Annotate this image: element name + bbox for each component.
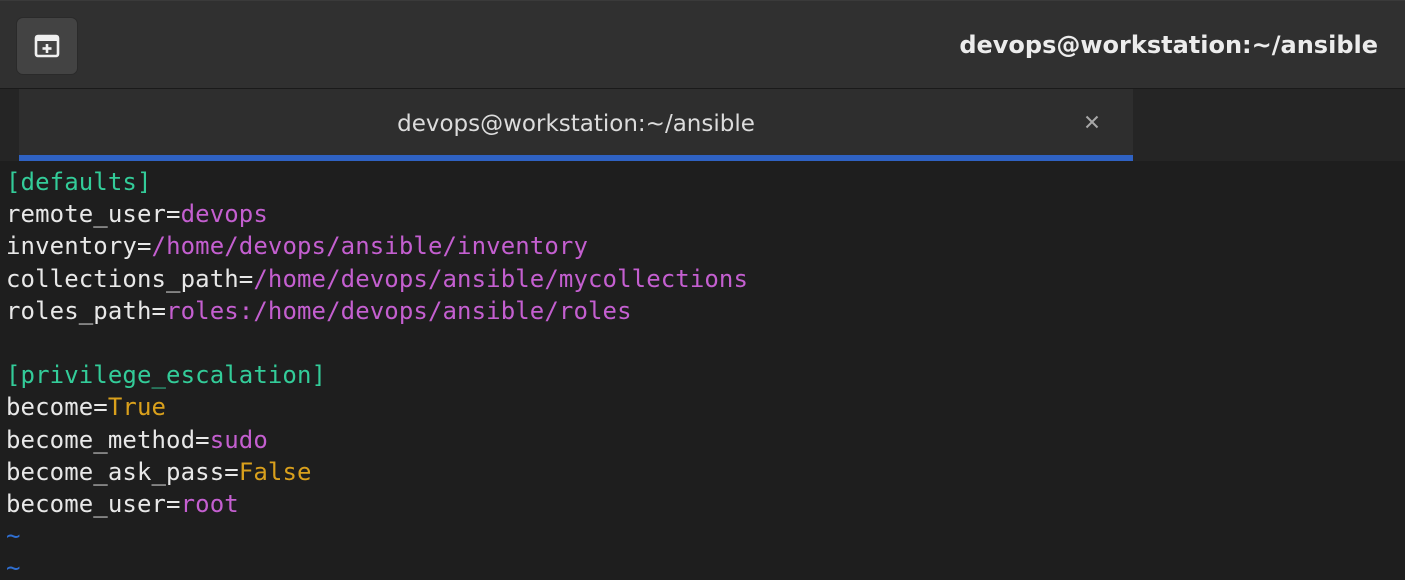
tilde-marker: ~: [6, 522, 21, 551]
config-value: True: [107, 393, 167, 422]
config-key: become: [6, 393, 94, 422]
new-tab-button[interactable]: [16, 17, 78, 75]
tab-label: devops@workstation:~/ansible: [397, 111, 755, 137]
equals-sign: =: [238, 264, 254, 293]
tab-bar: devops@workstation:~/ansible: [0, 89, 1405, 161]
config-value: /home/devops/ansible/mycollections: [253, 264, 749, 293]
header-bar: devops@workstation:~/ansible: [0, 1, 1405, 89]
config-line: become_user=root: [6, 488, 1405, 520]
config-key: become_user: [6, 489, 167, 518]
tab-close-button[interactable]: [1079, 111, 1105, 137]
active-tab-indicator: [19, 155, 1133, 161]
equals-sign: =: [166, 489, 181, 518]
config-key: roles_path: [6, 296, 152, 325]
config-value: root: [180, 489, 239, 518]
config-value: False: [238, 457, 312, 486]
config-line: collections_path=/home/devops/ansible/my…: [6, 263, 1405, 295]
config-key: remote_user: [6, 200, 167, 229]
config-line: inventory=/home/devops/ansible/inventory: [6, 230, 1405, 262]
equals-sign: =: [136, 232, 152, 261]
equals-sign: =: [195, 425, 210, 454]
equals-sign: =: [151, 296, 167, 325]
empty-buffer-line: ~: [6, 520, 1405, 552]
config-value: devops: [180, 200, 268, 229]
close-icon: [1084, 114, 1100, 135]
new-tab-icon: [34, 34, 60, 58]
section-name: [privilege_escalation]: [6, 361, 327, 390]
config-line: roles_path=roles:/home/devops/ansible/ro…: [6, 295, 1405, 327]
config-section-header: [privilege_escalation]: [6, 359, 1405, 391]
window-title: devops@workstation:~/ansible: [959, 31, 1378, 59]
config-value: roles:/home/devops/ansible/roles: [166, 296, 632, 325]
terminal-window: devops@workstation:~/ansible devops@work…: [0, 0, 1405, 580]
config-key: collections_path: [6, 264, 239, 293]
config-section-header: [defaults]: [6, 166, 1405, 198]
config-key: inventory: [6, 232, 137, 261]
equals-sign: =: [224, 457, 239, 486]
config-line: become_ask_pass=False: [6, 456, 1405, 488]
equals-sign: =: [166, 200, 181, 229]
terminal-content[interactable]: [defaults] remote_user=devops inventory=/h…: [0, 166, 1405, 580]
config-line: become_method=sudo: [6, 424, 1405, 456]
config-value: /home/devops/ansible/inventory: [151, 232, 588, 261]
section-name: [defaults]: [6, 168, 152, 196]
config-key: become_ask_pass: [6, 457, 225, 486]
config-key: become_method: [6, 425, 196, 454]
config-line: become=True: [6, 391, 1405, 423]
tab-terminal[interactable]: devops@workstation:~/ansible: [19, 89, 1133, 161]
tilde-marker: ~: [6, 554, 21, 580]
config-line: remote_user=devops: [6, 198, 1405, 230]
config-value: sudo: [209, 425, 268, 454]
equals-sign: =: [93, 393, 108, 422]
empty-buffer-line: ~: [6, 552, 1405, 580]
